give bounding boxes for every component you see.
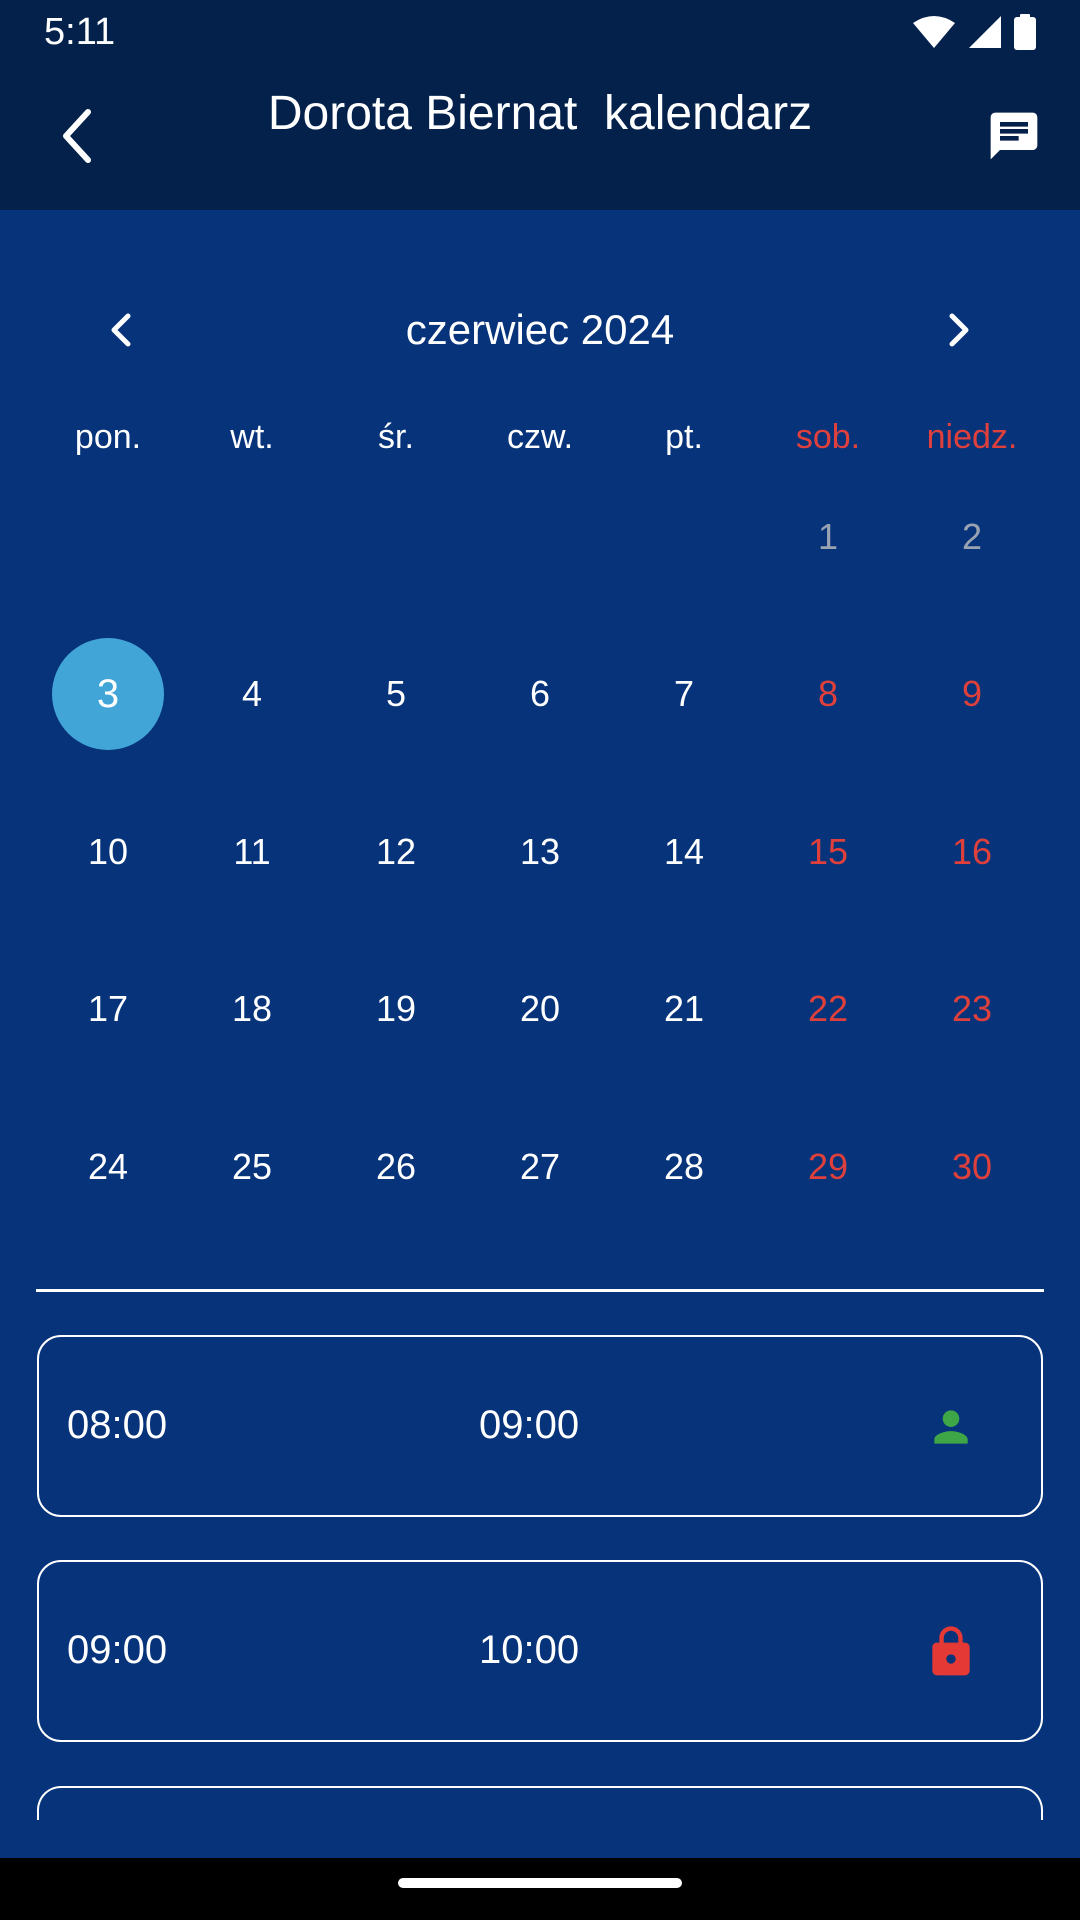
divider (36, 1289, 1044, 1292)
day-number: 16 (951, 830, 993, 872)
status-bar: 5:11 (0, 0, 1080, 64)
day-number: 26 (375, 1145, 417, 1187)
signal-icon (968, 15, 1002, 49)
empty-day-cell (612, 458, 756, 616)
day-number: 23 (951, 988, 993, 1030)
chat-icon (986, 108, 1042, 169)
day-cell[interactable]: 14 (612, 773, 756, 931)
empty-day-cell (324, 458, 468, 616)
day-cell[interactable]: 22 (756, 931, 900, 1089)
day-cell[interactable]: 20 (468, 931, 612, 1089)
day-cell[interactable]: 7 (612, 616, 756, 774)
day-cell[interactable]: 2 (900, 458, 1044, 616)
day-cell[interactable]: 29 (756, 1088, 900, 1246)
page-title: Dorota Biernat kalendarz (267, 87, 813, 140)
day-number: 20 (519, 988, 561, 1030)
day-cell[interactable]: 17 (36, 931, 180, 1089)
day-cell[interactable]: 26 (324, 1088, 468, 1246)
day-number: 3 (96, 671, 120, 716)
month-navigation: czerwiec 2024 (0, 292, 1080, 372)
status-icons (912, 14, 1036, 50)
day-number: 11 (233, 830, 271, 872)
navigation-bar (0, 1858, 1080, 1920)
day-number: 14 (663, 830, 705, 872)
home-handle[interactable] (398, 1878, 682, 1888)
battery-icon (1014, 14, 1036, 50)
day-number: 2 (961, 515, 983, 557)
lock-icon (919, 1620, 983, 1684)
slot-end-time: 10:00 (479, 1628, 580, 1672)
day-number: 7 (673, 673, 695, 715)
day-cell[interactable]: 23 (900, 931, 1044, 1089)
day-number: 1 (817, 515, 839, 557)
day-number: 10 (87, 830, 129, 872)
day-cell[interactable]: 24 (36, 1088, 180, 1246)
day-cell[interactable]: 12 (324, 773, 468, 931)
day-number: 19 (375, 988, 417, 1030)
day-cell[interactable]: 3 (36, 616, 180, 774)
app-bar: Dorota Biernat kalendarz (0, 64, 1080, 210)
day-cell[interactable]: 9 (900, 616, 1044, 774)
day-cell[interactable]: 10 (36, 773, 180, 931)
person-icon (919, 1395, 983, 1459)
day-cell[interactable]: 11 (180, 773, 324, 931)
day-number: 25 (231, 1145, 273, 1187)
day-cell[interactable]: 21 (612, 931, 756, 1089)
day-number: 5 (385, 673, 407, 715)
day-cell[interactable]: 16 (900, 773, 1044, 931)
calendar-grid: 1 2 3 4 5 6 7 8 9 10 11 12 13 14 15 16 17 18 19 20 21 22 23 24 2… (36, 458, 1044, 1246)
day-number: 17 (87, 988, 129, 1030)
day-number: 12 (375, 830, 417, 872)
day-cell[interactable]: 5 (324, 616, 468, 774)
day-cell[interactable]: 13 (468, 773, 612, 931)
day-cell[interactable]: 30 (900, 1088, 1044, 1246)
status-time: 5:11 (44, 10, 116, 53)
day-number: 22 (807, 988, 849, 1030)
day-cell[interactable]: 8 (756, 616, 900, 774)
day-number: 29 (807, 1145, 849, 1187)
day-number: 18 (231, 988, 273, 1030)
day-cell[interactable]: 4 (180, 616, 324, 774)
day-cell[interactable]: 19 (324, 931, 468, 1089)
month-title: czerwiec 2024 (405, 306, 675, 353)
wifi-icon (912, 15, 956, 49)
slot-start-time: 08:00 (67, 1403, 168, 1447)
day-number: 21 (663, 988, 705, 1030)
empty-day-cell (36, 458, 180, 616)
day-cell[interactable]: 27 (468, 1088, 612, 1246)
day-number: 15 (807, 830, 849, 872)
day-number: 28 (663, 1145, 705, 1187)
day-number: 4 (241, 673, 263, 715)
next-month-button[interactable] (928, 300, 992, 364)
chat-button[interactable] (976, 100, 1052, 176)
day-number: 27 (519, 1145, 561, 1187)
slot-start-time: 09:00 (67, 1628, 168, 1672)
day-number: 6 (529, 673, 551, 715)
day-number: 8 (817, 673, 839, 715)
day-cell[interactable]: 28 (612, 1088, 756, 1246)
day-number: 13 (519, 830, 561, 872)
day-cell[interactable]: 15 (756, 773, 900, 931)
day-cell[interactable]: 6 (468, 616, 612, 774)
slot-end-time: 09:00 (479, 1403, 580, 1447)
day-number: 24 (87, 1145, 129, 1187)
time-slot[interactable]: 09:00 10:00 (37, 1560, 1043, 1742)
day-cell[interactable]: 1 (756, 458, 900, 616)
empty-day-cell (468, 458, 612, 616)
day-cell[interactable]: 25 (180, 1088, 324, 1246)
empty-day-cell (180, 458, 324, 616)
day-number: 30 (951, 1145, 993, 1187)
day-cell[interactable]: 18 (180, 931, 324, 1089)
chevron-right-icon (946, 310, 974, 355)
day-number: 9 (961, 673, 983, 715)
time-slot[interactable]: 08:00 09:00 (37, 1335, 1043, 1517)
